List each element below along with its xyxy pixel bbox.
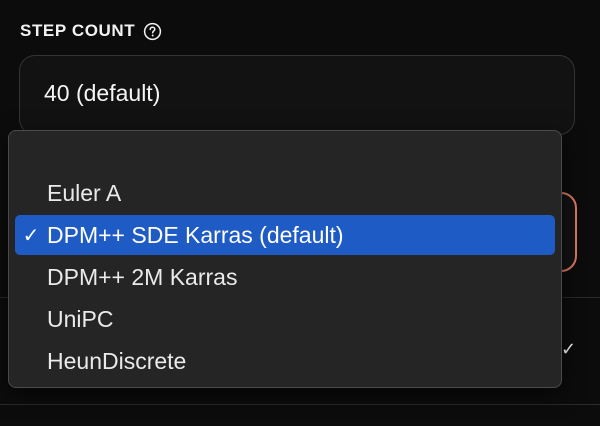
- menu-item-heun-discrete[interactable]: HeunDiscrete: [15, 341, 555, 381]
- menu-item-label: DPM++ SDE Karras (default): [47, 221, 344, 248]
- menu-item-dpm-2m-karras[interactable]: DPM++ 2M Karras: [15, 257, 555, 297]
- menu-item-label: Euler A: [47, 179, 122, 206]
- step-count-value: 40 (default): [44, 79, 161, 106]
- help-circle-icon[interactable]: [143, 22, 162, 41]
- menu-item-label: UniPC: [47, 305, 114, 332]
- step-count-label: STEP COUNT: [20, 21, 136, 40]
- sampler-dropdown-menu[interactable]: Euler A ✓ DPM++ SDE Karras (default) DPM…: [8, 130, 562, 388]
- menu-item-dpm-sde-karras[interactable]: ✓ DPM++ SDE Karras (default): [15, 215, 555, 255]
- menu-item-unipc[interactable]: UniPC: [15, 299, 555, 339]
- checkmark-icon: ✓: [561, 339, 577, 359]
- menu-item-label: DPM++ 2M Karras: [47, 263, 238, 290]
- menu-item-euler-a[interactable]: Euler A: [15, 173, 555, 213]
- step-count-field[interactable]: 40 (default): [19, 55, 575, 135]
- menu-item-label: HeunDiscrete: [47, 347, 187, 374]
- settings-panel: STEP COUNT 40 (default) ✓ Euler A ✓ DPM+…: [0, 0, 600, 426]
- divider: [0, 404, 600, 405]
- checkmark-icon: ✓: [22, 224, 40, 247]
- step-count-header: STEP COUNT: [20, 21, 162, 41]
